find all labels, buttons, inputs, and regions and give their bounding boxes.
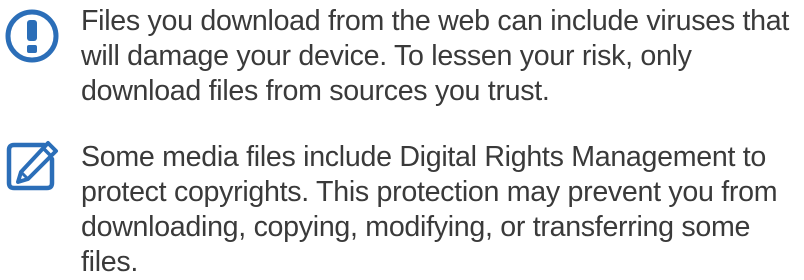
pencil-note-icon bbox=[4, 137, 60, 193]
warning-text: Files you download from the web can incl… bbox=[81, 5, 789, 107]
exclamation-icon bbox=[4, 8, 60, 64]
note-text: Some media files include Digital Rights … bbox=[81, 141, 778, 278]
